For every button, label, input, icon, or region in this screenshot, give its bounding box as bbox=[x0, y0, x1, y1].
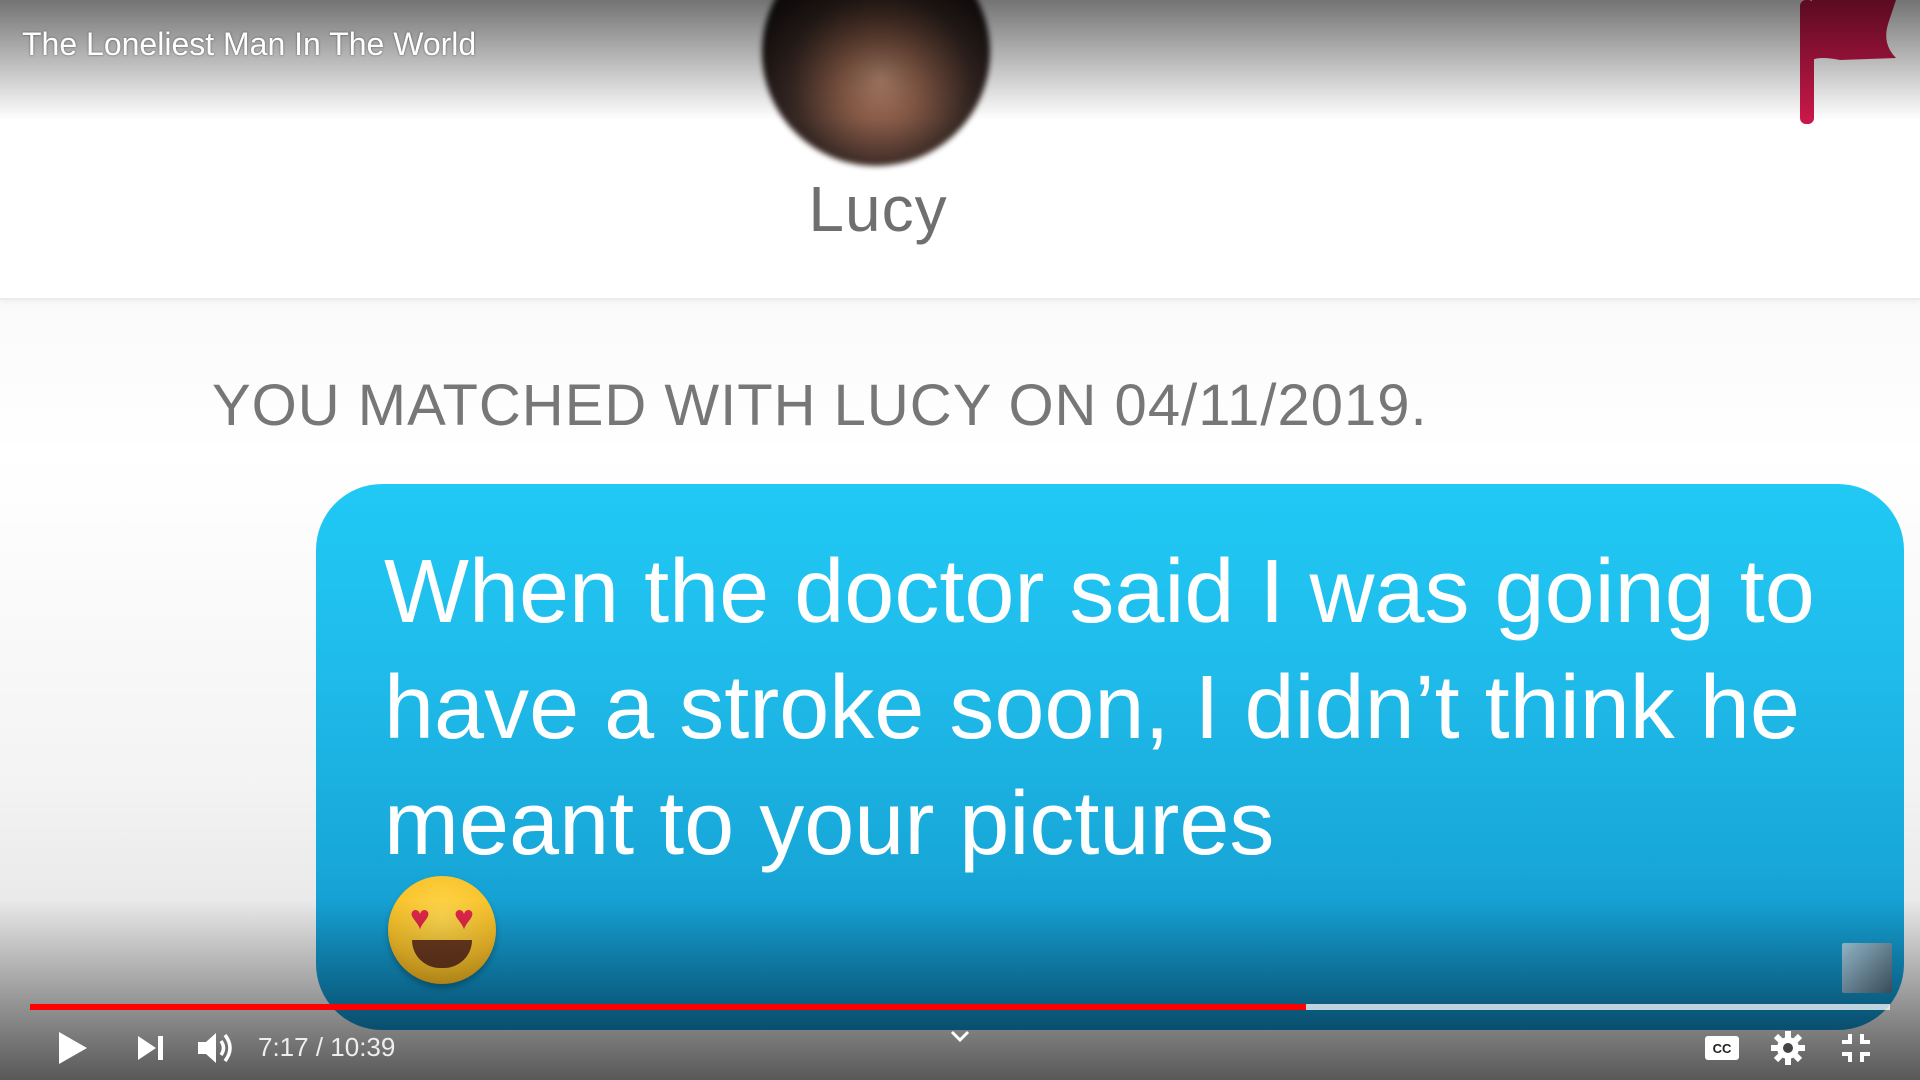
time-display: 7:17 / 10:39 bbox=[258, 1032, 395, 1063]
control-bar: 7:17 / 10:39 CC bbox=[0, 1010, 1920, 1080]
match-notice: YOU MATCHED WITH LUCY ON 04/11/2019. bbox=[212, 373, 1428, 438]
volume-button[interactable] bbox=[192, 1024, 240, 1072]
current-time: 7:17 bbox=[258, 1032, 309, 1062]
exit-fullscreen-button[interactable] bbox=[1832, 1024, 1880, 1072]
svg-text:CC: CC bbox=[1713, 1041, 1732, 1056]
exit-fullscreen-icon bbox=[1842, 1034, 1870, 1062]
next-button[interactable] bbox=[126, 1024, 174, 1072]
volume-icon bbox=[198, 1033, 232, 1063]
contact-name: Lucy bbox=[808, 173, 948, 245]
video-player[interactable]: Lucy YOU MATCHED WITH LUCY ON 04/11/2019… bbox=[0, 0, 1920, 1080]
time-separator: / bbox=[308, 1032, 331, 1062]
chevron-down-icon[interactable] bbox=[946, 1024, 974, 1048]
play-icon bbox=[59, 1032, 87, 1064]
video-title[interactable]: The Loneliest Man In The World bbox=[22, 26, 476, 63]
captions-button[interactable]: CC bbox=[1698, 1024, 1746, 1072]
next-icon bbox=[138, 1036, 163, 1060]
settings-button[interactable] bbox=[1764, 1024, 1812, 1072]
play-button[interactable] bbox=[48, 1024, 96, 1072]
duration: 10:39 bbox=[330, 1032, 396, 1062]
channel-watermark[interactable] bbox=[1842, 943, 1892, 993]
captions-icon: CC bbox=[1705, 1036, 1739, 1060]
message-text: When the doctor said I was going to have… bbox=[384, 542, 1815, 874]
gear-icon bbox=[1771, 1031, 1805, 1065]
